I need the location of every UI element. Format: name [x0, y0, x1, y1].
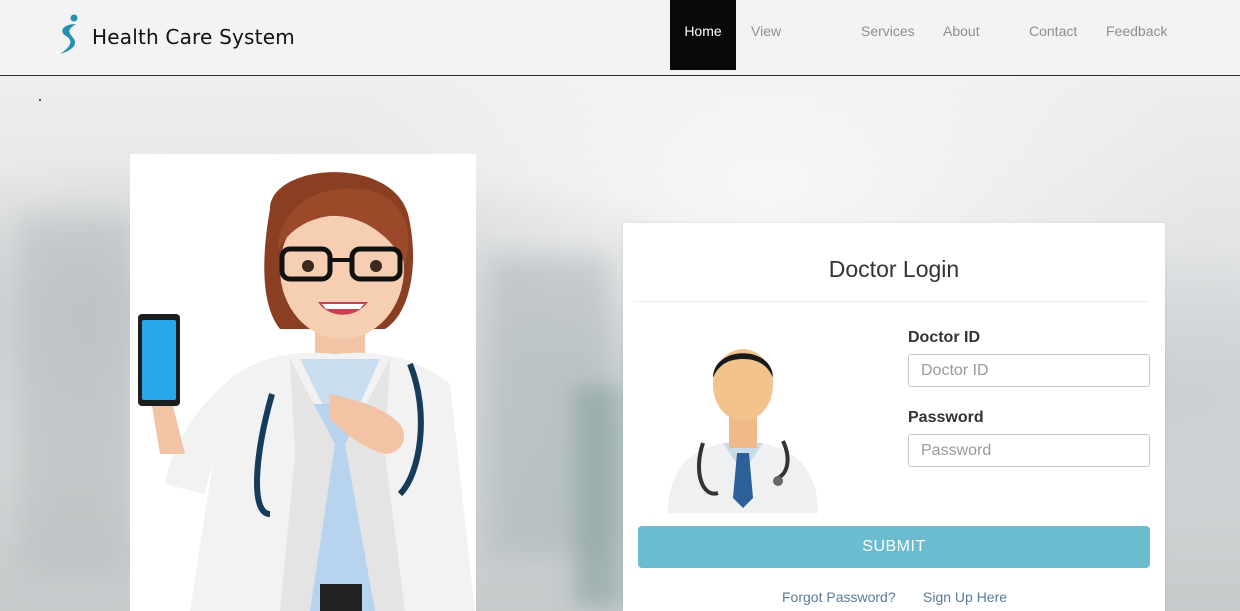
doctor-id-input[interactable]	[908, 354, 1150, 387]
title-divider	[633, 301, 1149, 302]
sign-up-link[interactable]: Sign Up Here	[923, 589, 1007, 605]
password-label: Password	[908, 409, 984, 426]
main-nav: Home View Doctors Services About Us Cont…	[670, 0, 1171, 101]
forgot-password-link[interactable]: Forgot Password?	[782, 589, 896, 605]
submit-button[interactable]: SUBMIT	[638, 526, 1150, 568]
female-doctor-illustration	[130, 154, 476, 611]
stray-dot	[39, 99, 41, 101]
brand-title[interactable]: Health Care System	[92, 25, 295, 49]
nav-contact[interactable]: Contact	[1014, 0, 1091, 70]
nav-feedback[interactable]: Feedback	[1091, 0, 1171, 70]
doctor-login-card: Doctor Login Doctor ID Password SUBMIT F…	[623, 223, 1165, 611]
nav-home[interactable]: Home	[670, 0, 736, 70]
nav-services[interactable]: Services	[846, 0, 928, 70]
s-logo-icon[interactable]	[56, 14, 82, 56]
doctor-avatar-icon	[668, 349, 818, 513]
nav-view-doctors[interactable]: View Doctors	[736, 0, 846, 101]
password-input[interactable]	[908, 434, 1150, 467]
nav-about-us[interactable]: About Us	[928, 0, 1014, 101]
top-navbar: Health Care System Home View Doctors Ser…	[0, 0, 1240, 101]
login-title: Doctor Login	[828, 256, 960, 282]
doctor-id-label: Doctor ID	[908, 329, 980, 346]
